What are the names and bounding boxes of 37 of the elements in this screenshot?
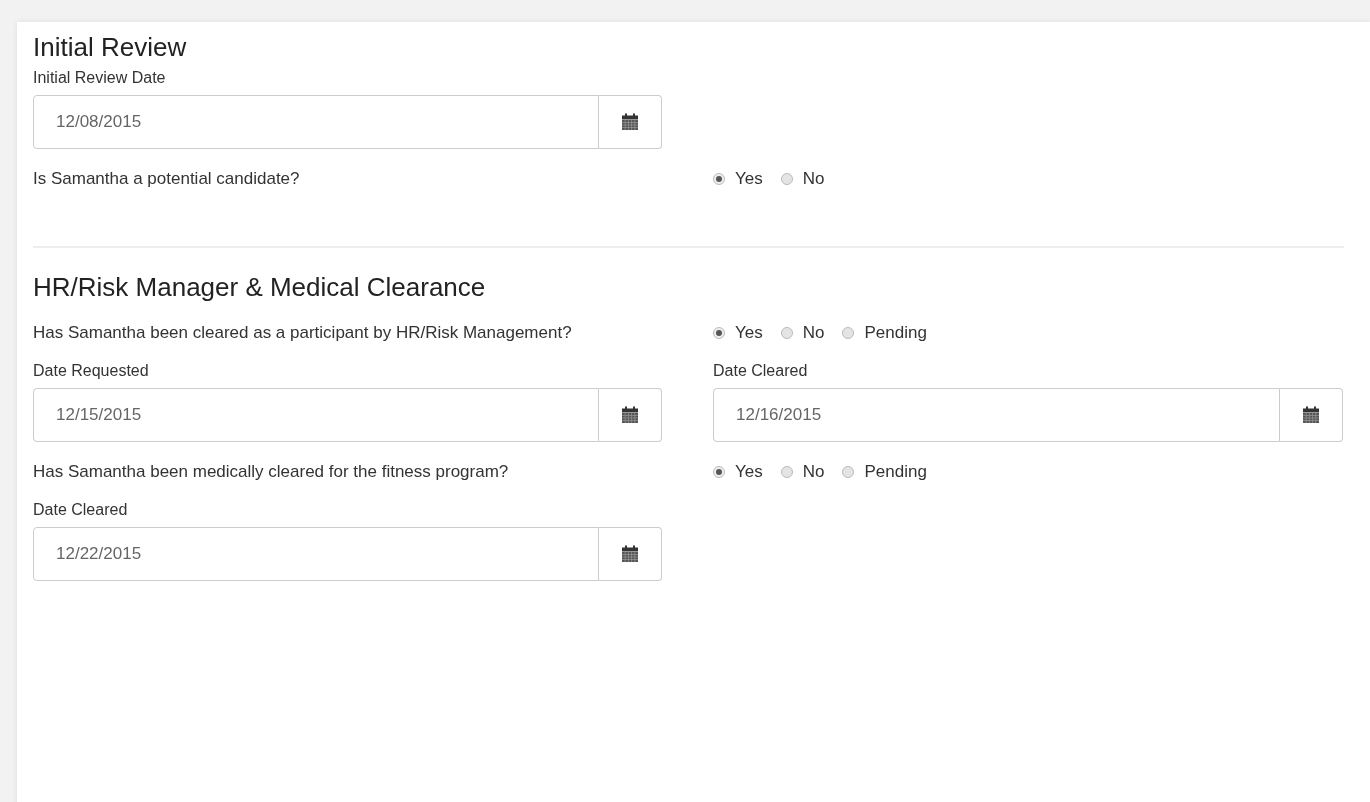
section-title: HR/Risk Manager & Medical Clearance xyxy=(33,272,487,303)
radio-label: Pending xyxy=(864,461,927,483)
date-field[interactable]: 12/16/2015 xyxy=(713,388,1280,442)
date-field[interactable]: 12/15/2015 xyxy=(33,388,599,442)
calendar-button[interactable] xyxy=(599,527,662,581)
radio-label: Yes xyxy=(735,168,763,190)
field-label: Date Requested xyxy=(33,362,150,380)
calendar-button[interactable] xyxy=(599,95,662,149)
date-field[interactable]: 12/08/2015 xyxy=(33,95,599,149)
field-label: Date Cleared xyxy=(33,501,129,519)
radio-button[interactable] xyxy=(780,326,793,339)
calendar-icon xyxy=(621,406,639,424)
question-text: Has Samantha been medically cleared for the fitness program? xyxy=(33,461,510,483)
calendar-icon xyxy=(621,113,639,131)
radio-button[interactable] xyxy=(842,326,855,339)
field-label: Date Cleared xyxy=(713,362,809,380)
calendar-button[interactable] xyxy=(599,388,662,442)
radio-label: No xyxy=(802,461,825,483)
radio-button[interactable] xyxy=(780,172,793,185)
radio-button[interactable] xyxy=(842,465,855,478)
field-label: Initial Review Date xyxy=(33,69,167,87)
calendar-button[interactable] xyxy=(1280,388,1343,442)
section-title: Initial Review xyxy=(33,32,188,63)
radio-label: Yes xyxy=(735,322,763,344)
radio-button[interactable] xyxy=(713,326,725,339)
question-text: Is Samantha a potential candidate? xyxy=(33,168,301,190)
date-field[interactable]: 12/22/2015 xyxy=(33,527,599,581)
calendar-icon xyxy=(621,545,639,563)
radio-button[interactable] xyxy=(780,465,793,478)
radio-button[interactable] xyxy=(713,172,725,185)
radio-label: No xyxy=(802,322,825,344)
radio-label: Yes xyxy=(735,461,763,483)
radio-label: Pending xyxy=(864,322,927,344)
radio-label: No xyxy=(802,168,825,190)
question-text: Has Samantha been cleared as a participant by HR/Risk Management? xyxy=(33,322,573,344)
radio-button[interactable] xyxy=(713,465,725,478)
calendar-icon xyxy=(1302,406,1320,424)
